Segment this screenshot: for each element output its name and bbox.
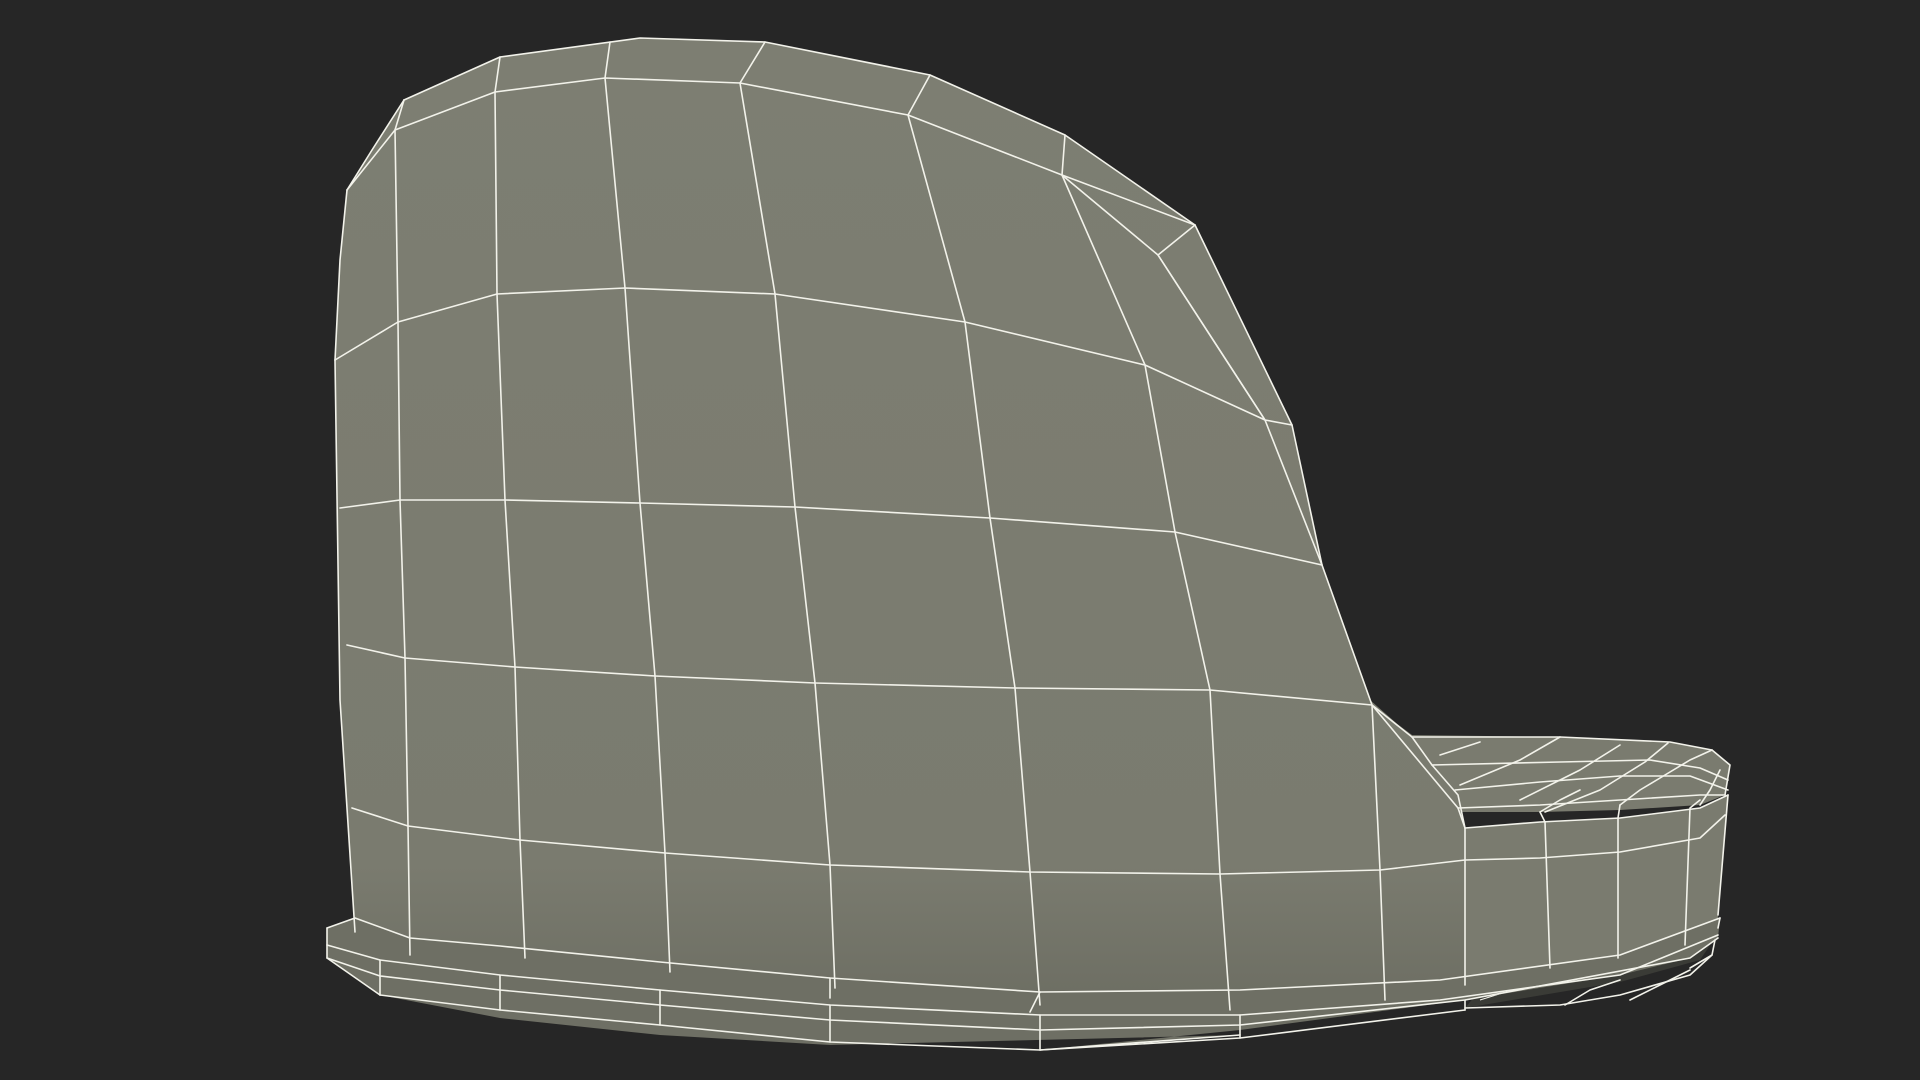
viewport-canvas <box>0 0 1920 1080</box>
3d-viewport[interactable] <box>0 0 1920 1080</box>
